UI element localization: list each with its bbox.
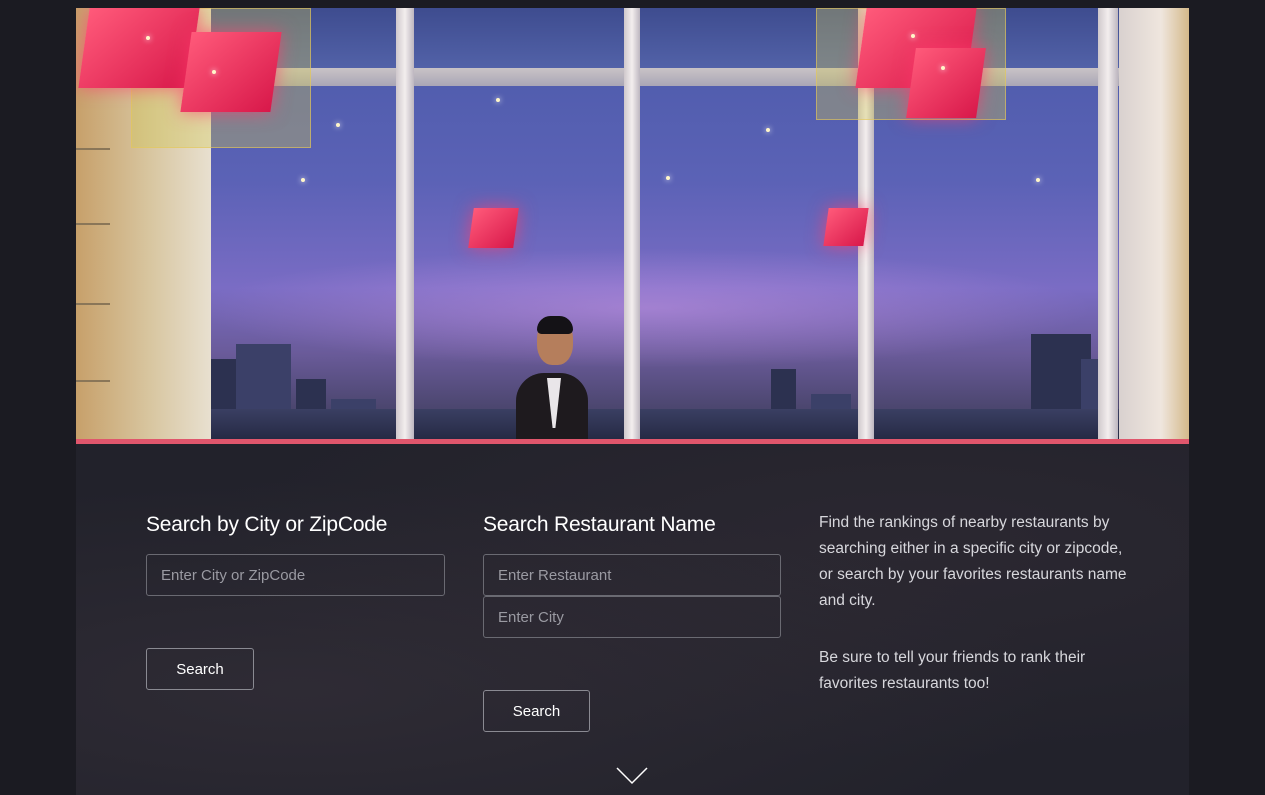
name-search-button[interactable]: Search <box>483 690 590 732</box>
pendant-lamp <box>78 8 200 88</box>
name-search-title: Search Restaurant Name <box>483 513 716 536</box>
city-search-title: Search by City or ZipCode <box>146 513 388 536</box>
hero-image <box>76 8 1189 439</box>
hero-right-wall <box>1119 8 1189 439</box>
page-frame: Search by City or ZipCode Search Search … <box>76 8 1189 795</box>
city-zip-input[interactable] <box>146 554 445 596</box>
city-search-button[interactable]: Search <box>146 648 254 690</box>
description-paragraph-1: Find the rankings of nearby restaurants … <box>819 514 1127 609</box>
window-frame <box>624 8 640 439</box>
pendant-lamp <box>468 208 519 248</box>
search-section: Search by City or ZipCode Search Search … <box>76 444 1189 795</box>
window-frame <box>396 8 414 439</box>
pendant-lamp <box>906 48 986 118</box>
description-paragraph-2: Be sure to tell your friends to rank the… <box>819 649 1086 692</box>
window-frame <box>1098 8 1118 439</box>
waiter-hair <box>537 316 573 334</box>
restaurant-city-input[interactable] <box>483 596 781 638</box>
pendant-lamp <box>180 32 282 112</box>
pendant-lamp <box>823 208 869 246</box>
restaurant-name-input[interactable] <box>483 554 781 596</box>
chevron-down-icon[interactable] <box>616 767 648 785</box>
hero-city-lights <box>211 409 1121 439</box>
